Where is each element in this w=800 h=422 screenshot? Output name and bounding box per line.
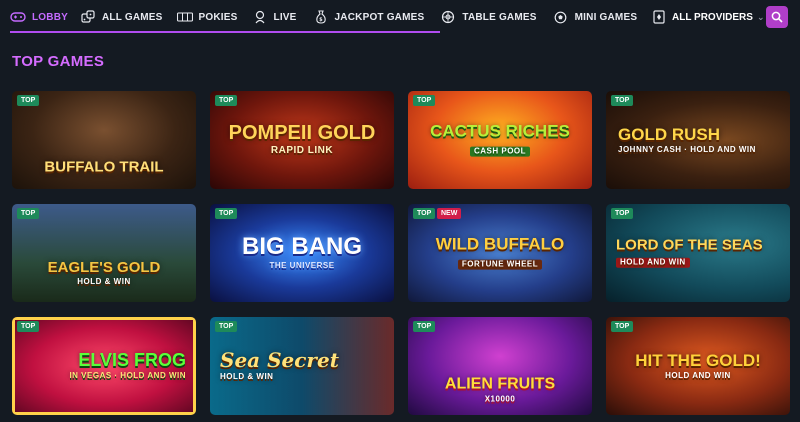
- game-title: POMPEII GOLD RAPID LINK: [210, 123, 394, 157]
- badge-top: TOP: [17, 208, 40, 219]
- game-tile-sea-secret[interactable]: Sea Secret HOLD & WIN TOP: [210, 317, 394, 415]
- game-tile-gold-rush[interactable]: GOLD RUSH JOHNNY CASH · HOLD AND WIN TOP: [606, 91, 790, 189]
- section-title: TOP GAMES: [12, 53, 105, 70]
- badge-top: TOP: [413, 95, 436, 106]
- game-tile-wild-buffalo[interactable]: WILD BUFFALO FORTUNE WHEEL TOP NEW: [408, 204, 592, 302]
- game-title: Sea Secret HOLD & WIN: [210, 350, 394, 382]
- game-subtitle: HOLD & WIN: [77, 276, 131, 286]
- game-title: BIG BANG THE UNIVERSE: [210, 233, 394, 271]
- game-tile-elvis-frog[interactable]: ELVIS FROG IN VEGAS · HOLD AND WIN TOP: [12, 317, 196, 415]
- providers-label: ALL PROVIDERS: [672, 11, 753, 23]
- dealer-icon: [252, 10, 268, 24]
- game-subtitle: HOLD & WIN: [220, 372, 274, 382]
- game-title-text: HIT THE GOLD!: [635, 350, 761, 370]
- game-tile-cactus-riches[interactable]: CACTUS RICHES CASH POOL TOP: [408, 91, 592, 189]
- game-subtitle: RAPID LINK: [270, 145, 334, 157]
- nav-label: POKIES: [198, 11, 238, 23]
- nav-item-jackpot-games[interactable]: $ JACKPOT GAMES: [297, 0, 425, 34]
- game-title: ELVIS FROG IN VEGAS · HOLD AND WIN: [12, 351, 196, 381]
- game-tile-pompeii-gold[interactable]: POMPEII GOLD RAPID LINK TOP: [210, 91, 394, 189]
- controller-icon: [10, 10, 26, 24]
- nav-item-lobby[interactable]: LOBBY: [0, 0, 68, 34]
- nav-label: JACKPOT GAMES: [334, 11, 425, 23]
- game-title: ALIEN FRUITS X10000: [408, 374, 592, 404]
- providers-dropdown[interactable]: ALL PROVIDERS ⌄: [672, 0, 764, 34]
- dice-icon: [80, 10, 96, 24]
- chevron-down-icon: ⌄: [756, 11, 765, 22]
- badge-top: TOP: [611, 208, 634, 219]
- nav-item-live[interactable]: LIVE: [238, 0, 297, 34]
- game-title-text: POMPEII GOLD: [228, 122, 376, 145]
- game-tile-hit-the-gold[interactable]: HIT THE GOLD! HOLD AND WIN TOP: [606, 317, 790, 415]
- badge-top: TOP: [17, 321, 40, 332]
- nav-label: TABLE GAMES: [462, 11, 537, 23]
- nav-label: LIVE: [273, 11, 297, 23]
- game-subtitle: IN VEGAS · HOLD AND WIN: [69, 371, 186, 381]
- game-tile-buffalo-trail[interactable]: BUFFALO TRAIL TOP: [12, 91, 196, 189]
- game-title-text: LORD OF THE SEAS: [616, 236, 763, 254]
- game-subtitle: FORTUNE WHEEL: [457, 260, 543, 271]
- search-button[interactable]: [766, 6, 788, 28]
- nav-label: MINI GAMES: [574, 11, 638, 23]
- badge-top: TOP: [413, 321, 436, 332]
- game-subtitle: CASH POOL: [469, 147, 531, 158]
- badge-top: TOP: [413, 208, 436, 219]
- ball-icon: [553, 10, 569, 24]
- game-title-text: ALIEN FRUITS: [444, 374, 556, 392]
- game-title: BUFFALO TRAIL: [44, 158, 164, 176]
- nav-label: LOBBY: [32, 11, 68, 23]
- game-subtitle: THE UNIVERSE: [269, 261, 335, 271]
- cards-icon: [651, 10, 667, 24]
- game-title: CACTUS RICHES CASH POOL: [408, 123, 592, 158]
- money-bag-icon: $: [313, 10, 329, 24]
- game-title: WILD BUFFALO FORTUNE WHEEL: [408, 236, 592, 271]
- game-title-text: CACTUS RICHES: [430, 121, 570, 141]
- game-title-text: BIG BANG: [242, 233, 362, 261]
- game-title: LORD OF THE SEAS HOLD AND WIN: [606, 238, 790, 269]
- game-title: EAGLE'S GOLD HOLD & WIN: [12, 259, 196, 285]
- game-subtitle: HOLD AND WIN: [665, 371, 731, 381]
- game-tile-alien-fruits[interactable]: ALIEN FRUITS X10000 TOP: [408, 317, 592, 415]
- search-icon: [771, 11, 783, 23]
- nav-item-all-games[interactable]: ALL GAMES: [68, 0, 163, 34]
- badge-top: TOP: [215, 95, 238, 106]
- game-title-text: GOLD RUSH: [618, 124, 720, 144]
- game-title: HIT THE GOLD! HOLD AND WIN: [606, 352, 790, 380]
- nav-label: ALL GAMES: [102, 11, 163, 23]
- nav-item-table-games[interactable]: TABLE GAMES: [424, 0, 536, 34]
- nav-active-underline: [10, 31, 440, 33]
- game-title-text: Sea Secret: [220, 348, 339, 373]
- badge-top: TOP: [215, 321, 238, 332]
- badge-top: TOP: [611, 95, 634, 106]
- game-title: GOLD RUSH JOHNNY CASH · HOLD AND WIN: [606, 126, 790, 154]
- badge-top: TOP: [215, 208, 238, 219]
- slot-reels-icon: [176, 10, 193, 24]
- game-tile-eagles-gold[interactable]: EAGLE'S GOLD HOLD & WIN TOP: [12, 204, 196, 302]
- game-title-text: WILD BUFFALO: [435, 234, 565, 254]
- nav-item-cards[interactable]: [637, 0, 667, 34]
- svg-text:$: $: [319, 17, 323, 23]
- game-subtitle: JOHNNY CASH · HOLD AND WIN: [618, 145, 756, 155]
- badge-top: TOP: [611, 321, 634, 332]
- game-tile-big-bang[interactable]: BIG BANG THE UNIVERSE TOP: [210, 204, 394, 302]
- game-subtitle: X10000: [484, 394, 516, 404]
- game-title-text: EAGLE'S GOLD: [47, 258, 161, 276]
- badge-top: TOP: [17, 95, 40, 106]
- games-grid: BUFFALO TRAIL TOP POMPEII GOLD RAPID LIN…: [12, 91, 790, 415]
- badge-new: NEW: [437, 208, 462, 219]
- game-subtitle: HOLD AND WIN: [616, 258, 690, 269]
- game-title-text: ELVIS FROG: [78, 350, 186, 371]
- nav-item-pokies[interactable]: POKIES: [163, 0, 238, 34]
- game-tile-lord-of-the-seas[interactable]: LORD OF THE SEAS HOLD AND WIN TOP: [606, 204, 790, 302]
- roulette-icon: [440, 10, 456, 24]
- nav-item-mini-games[interactable]: MINI GAMES: [537, 0, 638, 34]
